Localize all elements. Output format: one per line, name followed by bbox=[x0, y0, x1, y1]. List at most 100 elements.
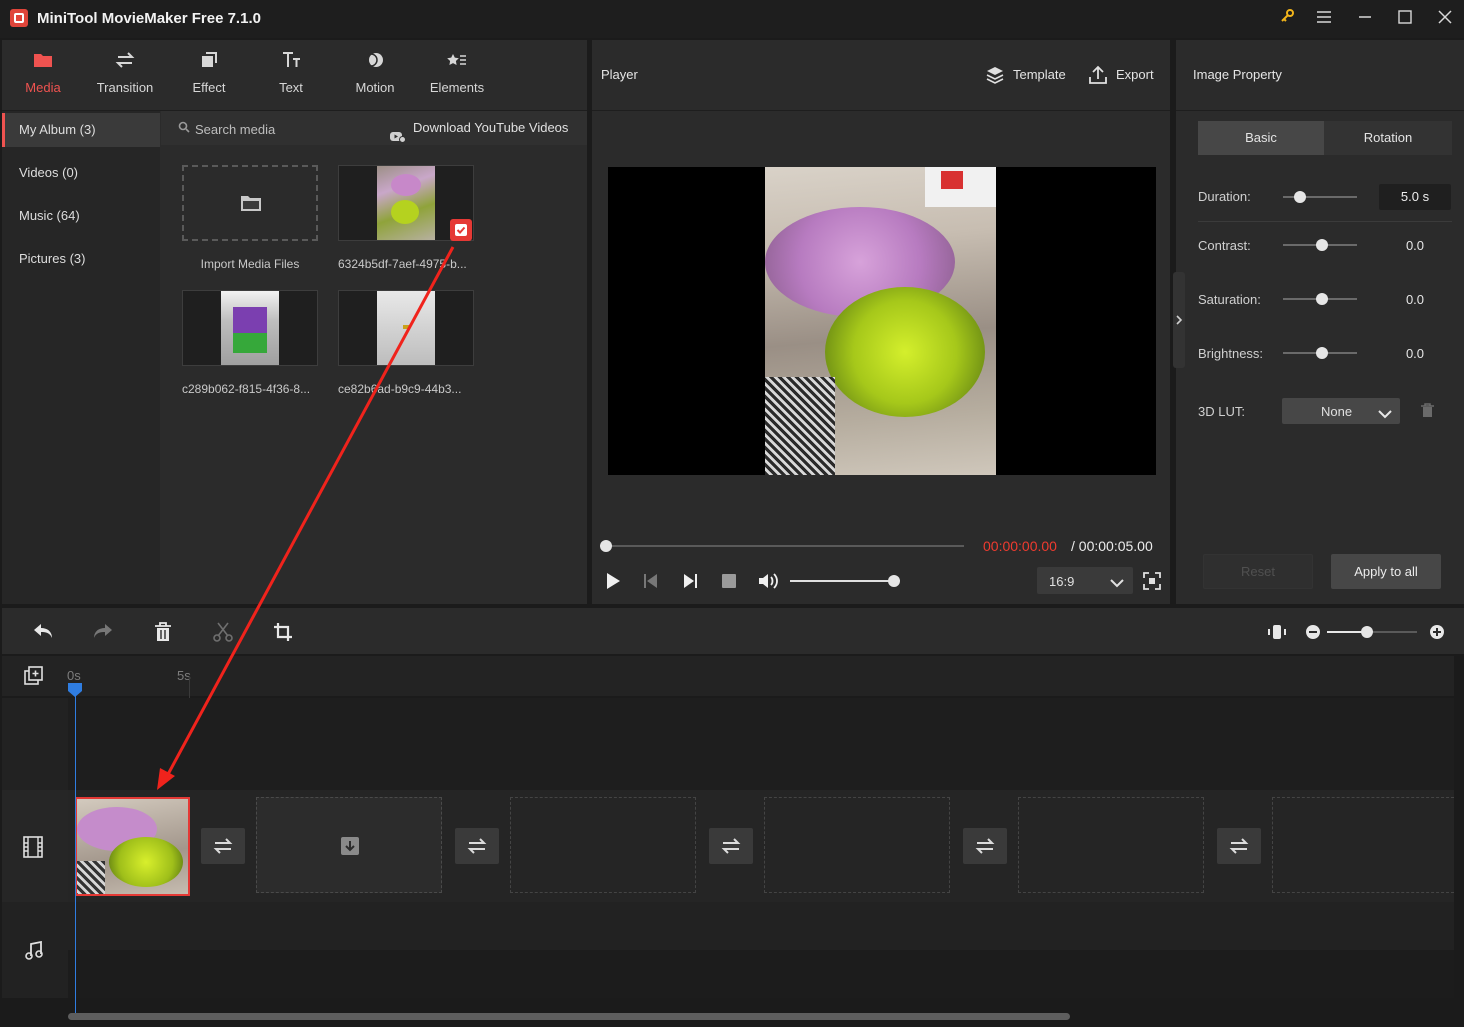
zoom-out-icon[interactable] bbox=[1305, 624, 1321, 643]
lut-label: 3D LUT: bbox=[1198, 404, 1245, 419]
search-icon bbox=[178, 121, 190, 136]
minimize-icon[interactable] bbox=[1354, 8, 1376, 30]
tab-basic[interactable]: Basic bbox=[1198, 121, 1324, 155]
undo-icon[interactable] bbox=[32, 622, 54, 643]
delete-icon[interactable] bbox=[154, 622, 172, 645]
snap-icon[interactable] bbox=[1268, 623, 1286, 644]
sidebar-item-my-album[interactable]: My Album (3) bbox=[2, 113, 160, 147]
media-item-name: c289b062-f815-4f36-8... bbox=[182, 382, 311, 396]
maximize-icon[interactable] bbox=[1394, 8, 1416, 30]
swap-icon bbox=[85, 50, 165, 74]
layers-icon bbox=[986, 66, 1004, 87]
folder-icon bbox=[240, 194, 262, 215]
transition-slot-button[interactable] bbox=[1217, 828, 1261, 864]
scissors-icon[interactable] bbox=[213, 622, 233, 645]
close-icon[interactable] bbox=[1434, 8, 1456, 30]
timeline-clip[interactable] bbox=[75, 797, 190, 896]
saturation-label: Saturation: bbox=[1198, 292, 1261, 307]
lut-select[interactable]: None bbox=[1282, 398, 1400, 424]
export-icon bbox=[1088, 65, 1108, 88]
menu-icon[interactable] bbox=[1313, 8, 1335, 30]
contrast-handle[interactable] bbox=[1316, 239, 1328, 251]
zoom-in-icon[interactable] bbox=[1429, 624, 1445, 643]
aspect-ratio-select[interactable]: 16:9 bbox=[1037, 567, 1133, 594]
folder-icon bbox=[3, 50, 83, 74]
crop-icon[interactable] bbox=[273, 622, 293, 645]
sidebar-item-music[interactable]: Music (64) bbox=[2, 199, 160, 233]
reset-button[interactable]: Reset bbox=[1203, 554, 1313, 589]
search-input[interactable] bbox=[193, 118, 377, 140]
volume-track[interactable] bbox=[790, 580, 894, 582]
elements-icon bbox=[417, 50, 497, 74]
empty-clip-slot[interactable] bbox=[1018, 797, 1204, 893]
import-media-tile[interactable] bbox=[182, 165, 318, 241]
export-label: Export bbox=[1116, 67, 1154, 82]
empty-clip-slot[interactable] bbox=[764, 797, 950, 893]
apply-to-all-button[interactable]: Apply to all bbox=[1331, 554, 1441, 589]
media-item-thumbnail[interactable] bbox=[338, 290, 474, 366]
transition-slot-button[interactable] bbox=[709, 828, 753, 864]
volume-icon[interactable] bbox=[757, 571, 779, 594]
duration-handle[interactable] bbox=[1294, 191, 1306, 203]
text-icon bbox=[251, 50, 331, 74]
tab-text[interactable]: Text bbox=[251, 50, 331, 106]
tab-motion[interactable]: Motion bbox=[335, 50, 415, 106]
redo-icon[interactable] bbox=[92, 622, 114, 643]
playback-progress-handle[interactable] bbox=[600, 540, 612, 552]
film-icon bbox=[23, 836, 43, 861]
export-button[interactable]: Export bbox=[1088, 64, 1158, 86]
audio-track-lane bbox=[68, 950, 1454, 998]
video-preview[interactable] bbox=[608, 167, 1156, 475]
play-icon[interactable] bbox=[604, 571, 622, 594]
lut-value: None bbox=[1321, 404, 1353, 419]
transition-slot-button[interactable] bbox=[455, 828, 499, 864]
key-icon[interactable] bbox=[1276, 8, 1298, 30]
empty-clip-slot[interactable] bbox=[510, 797, 696, 893]
divider bbox=[1198, 221, 1452, 222]
tab-transition[interactable]: Transition bbox=[85, 50, 165, 106]
saturation-handle[interactable] bbox=[1316, 293, 1328, 305]
download-youtube-button[interactable]: Download YouTube Videos bbox=[390, 111, 586, 145]
brightness-value: 0.0 bbox=[1405, 346, 1425, 361]
playhead-handle[interactable] bbox=[68, 683, 82, 700]
stop-icon[interactable] bbox=[721, 573, 737, 592]
media-item-thumbnail[interactable] bbox=[182, 290, 318, 366]
panel-collapse-handle[interactable] bbox=[1173, 272, 1185, 368]
transition-slot-button[interactable] bbox=[963, 828, 1007, 864]
property-header: Image Property bbox=[1176, 40, 1464, 111]
trash-icon[interactable] bbox=[1421, 403, 1434, 421]
previous-frame-icon[interactable] bbox=[642, 572, 660, 593]
saturation-value: 0.0 bbox=[1405, 292, 1425, 307]
media-item-name: 6324b5df-7aef-4975-b... bbox=[338, 257, 467, 271]
sidebar-item-videos[interactable]: Videos (0) bbox=[2, 156, 160, 190]
duration-input[interactable]: 5.0 s bbox=[1379, 184, 1451, 210]
album-sidebar: My Album (3) Videos (0) Music (64) Pictu… bbox=[2, 111, 160, 604]
media-search-bar: Download YouTube Videos bbox=[161, 111, 587, 145]
tab-label: Transition bbox=[96, 80, 154, 95]
tab-rotation[interactable]: Rotation bbox=[1324, 121, 1452, 155]
selected-check-icon[interactable] bbox=[450, 219, 472, 241]
fullscreen-icon[interactable] bbox=[1143, 572, 1161, 593]
current-time: 00:00:00.00 bbox=[983, 538, 1057, 554]
template-button[interactable]: Template bbox=[986, 64, 1066, 86]
motion-icon bbox=[335, 50, 415, 74]
empty-clip-slot[interactable] bbox=[256, 797, 442, 893]
next-frame-icon[interactable] bbox=[681, 572, 699, 593]
add-track-button[interactable] bbox=[2, 656, 68, 696]
zoom-handle[interactable] bbox=[1361, 626, 1373, 638]
tab-media[interactable]: Media bbox=[3, 50, 83, 106]
transition-slot-button[interactable] bbox=[201, 828, 245, 864]
brightness-handle[interactable] bbox=[1316, 347, 1328, 359]
contrast-label: Contrast: bbox=[1198, 238, 1251, 253]
playhead-line bbox=[75, 690, 76, 1016]
empty-clip-slot[interactable] bbox=[1272, 797, 1454, 893]
tab-elements[interactable]: Elements bbox=[417, 50, 497, 106]
volume-handle[interactable] bbox=[888, 575, 900, 587]
playback-progress-track[interactable] bbox=[606, 545, 964, 547]
timeline-scrollbar[interactable] bbox=[68, 1013, 1070, 1020]
sidebar-item-pictures[interactable]: Pictures (3) bbox=[2, 242, 160, 276]
tab-label: Text bbox=[279, 80, 303, 95]
import-media-label: Import Media Files bbox=[200, 257, 300, 271]
flower-image bbox=[765, 167, 996, 475]
tab-effect[interactable]: Effect bbox=[169, 50, 249, 106]
